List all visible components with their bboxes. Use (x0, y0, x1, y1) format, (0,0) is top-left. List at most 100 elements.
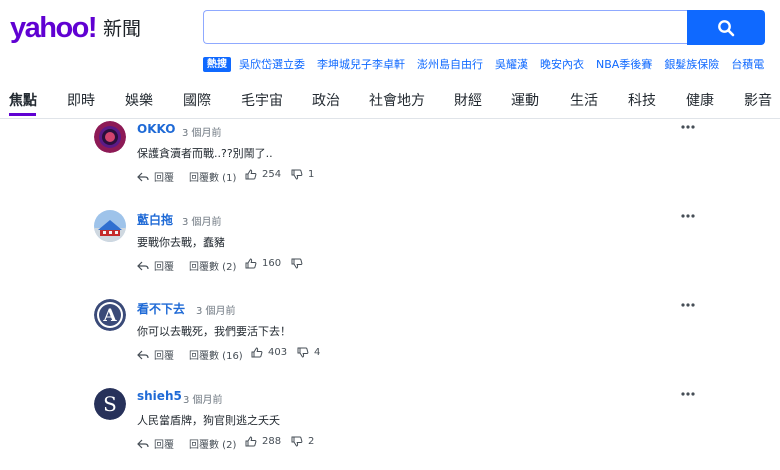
search-icon (718, 19, 735, 36)
comment-item: 藍白拖 3 個月前 要戰你去戰，蠢豬 回覆 回覆數 (2) 160 (0, 210, 780, 280)
thumbs-down-icon (297, 347, 309, 358)
avatar[interactable] (94, 210, 126, 242)
reply-button[interactable]: 回覆 (137, 258, 174, 273)
trending-link[interactable]: 李坤城兒子李卓軒 (317, 56, 405, 72)
like-count: 254 (262, 169, 282, 180)
thumbs-down-icon (291, 169, 303, 180)
dislike-button[interactable] (291, 258, 308, 269)
reply-count-button[interactable]: 回覆數 (2) (189, 436, 236, 451)
thumbs-up-icon (245, 436, 257, 447)
reply-count-label: 回覆數 (2) (189, 262, 237, 273)
comment-timestamp: 3 個月前 (183, 395, 223, 406)
comment-item: OKKO 3 個月前 保護貪瀆者而戰..??別鬧了.. 回覆 回覆數 (1) 2… (0, 121, 780, 191)
comment-timestamp: 3 個月前 (196, 306, 236, 317)
svg-text:A: A (102, 306, 117, 326)
reply-icon (137, 172, 149, 181)
reply-count-button[interactable]: 回覆數 (2) (189, 258, 236, 273)
reply-button[interactable]: 回覆 (137, 347, 174, 362)
trending-link[interactable]: 銀髮族保險 (664, 56, 719, 72)
dislike-count: 2 (308, 436, 315, 447)
trending-link[interactable]: 澎州島自由行 (417, 56, 483, 72)
thumbs-down-icon (291, 436, 303, 447)
like-count: 160 (262, 258, 282, 269)
nav-tab-entertainment[interactable]: 娛樂 (125, 91, 153, 111)
search-input[interactable] (203, 10, 687, 44)
more-options-icon[interactable] (680, 212, 696, 220)
more-options-icon[interactable] (680, 301, 696, 309)
trending-link[interactable]: 台積電 (731, 56, 764, 72)
comment-item: A 看不下去 3 個月前 你可以去戰死，我們要活下去！ 回覆 回覆數 (16) … (0, 299, 780, 369)
news-section-title[interactable]: 新聞 (103, 16, 141, 42)
nav-tab-focus[interactable]: 焦點 (9, 91, 37, 111)
reply-count-label: 回覆數 (16) (189, 351, 243, 362)
hot-search-badge: 熱搜 (203, 56, 231, 72)
active-tab-indicator (9, 113, 36, 116)
trending-link[interactable]: 吳欣岱選立委 (239, 56, 305, 72)
nav-tab-video[interactable]: 影音 (744, 91, 772, 111)
thumbs-up-icon (245, 258, 257, 269)
nav-tab-maoverse[interactable]: 毛宇宙 (241, 91, 283, 111)
nav-tab-international[interactable]: 國際 (183, 91, 211, 111)
comment-text: 保護貪瀆者而戰..??別鬧了.. (137, 147, 273, 160)
reply-label: 回覆 (154, 351, 174, 362)
svg-text:S: S (103, 392, 117, 416)
comment-timestamp: 3 個月前 (182, 217, 222, 228)
more-options-icon[interactable] (680, 123, 696, 131)
reply-icon (137, 261, 149, 270)
reply-count-label: 回覆數 (1) (189, 173, 237, 184)
yahoo-logo[interactable]: yahoo! (10, 12, 98, 44)
thumbs-up-icon (251, 347, 263, 358)
reply-count-button[interactable]: 回覆數 (1) (189, 169, 236, 184)
reply-button[interactable]: 回覆 (137, 436, 174, 451)
comment-item: S shieh5 3 個月前 人民當盾牌，狗官則逃之夭夭 回覆 回覆數 (2) … (0, 388, 780, 458)
like-count: 403 (268, 347, 288, 358)
nav-tab-finance[interactable]: 財經 (454, 91, 482, 111)
trending-link[interactable]: NBA季後賽 (596, 56, 652, 72)
like-button[interactable]: 403 (251, 347, 287, 358)
category-nav: 焦點 即時 娛樂 國際 毛宇宙 政治 社會地方 財經 運動 生活 科技 健康 影… (0, 91, 780, 113)
reply-label: 回覆 (154, 262, 174, 273)
reply-label: 回覆 (154, 173, 174, 184)
comment-text: 你可以去戰死，我們要活下去！ (137, 325, 291, 338)
dislike-count: 4 (314, 347, 321, 358)
trending-link[interactable]: 晚安內衣 (540, 56, 584, 72)
comment-username[interactable]: 看不下去 (137, 300, 185, 317)
trending-bar: 熱搜 吳欣岱選立委 李坤城兒子李卓軒 澎州島自由行 吳耀漢 晚安內衣 NBA季後… (203, 56, 776, 72)
avatar[interactable]: A (94, 299, 126, 331)
reply-count-label: 回覆數 (2) (189, 440, 237, 451)
search-button[interactable] (687, 10, 765, 45)
nav-tab-society[interactable]: 社會地方 (369, 91, 425, 111)
nav-tab-life[interactable]: 生活 (570, 91, 598, 111)
thumbs-down-icon (291, 258, 303, 269)
comment-username[interactable]: OKKO (137, 122, 175, 136)
dislike-button[interactable]: 1 (291, 169, 314, 180)
like-count: 288 (262, 436, 282, 447)
comment-username[interactable]: shieh5 (137, 389, 182, 403)
like-button[interactable]: 288 (245, 436, 281, 447)
comment-text: 要戰你去戰，蠢豬 (137, 236, 225, 249)
reply-label: 回覆 (154, 440, 174, 451)
reply-icon (137, 439, 149, 448)
reply-button[interactable]: 回覆 (137, 169, 174, 184)
more-options-icon[interactable] (680, 390, 696, 398)
reply-icon (137, 350, 149, 359)
avatar[interactable]: S (94, 388, 126, 420)
comment-timestamp: 3 個月前 (182, 128, 222, 139)
trending-link[interactable]: 吳耀漢 (495, 56, 528, 72)
dislike-button[interactable]: 2 (291, 436, 314, 447)
comment-text: 人民當盾牌，狗官則逃之夭夭 (137, 414, 280, 427)
nav-tab-realtime[interactable]: 即時 (67, 91, 95, 111)
dislike-button[interactable]: 4 (297, 347, 320, 358)
like-button[interactable]: 160 (245, 258, 281, 269)
reply-count-button[interactable]: 回覆數 (16) (189, 347, 243, 362)
nav-tab-politics[interactable]: 政治 (312, 91, 340, 111)
dislike-count: 1 (308, 169, 315, 180)
like-button[interactable]: 254 (245, 169, 281, 180)
nav-tab-health[interactable]: 健康 (686, 91, 714, 111)
nav-tab-tech[interactable]: 科技 (628, 91, 656, 111)
nav-tab-sports[interactable]: 運動 (511, 91, 539, 111)
avatar[interactable] (94, 121, 126, 153)
header-divider (0, 118, 780, 119)
comment-username[interactable]: 藍白拖 (137, 211, 173, 228)
thumbs-up-icon (245, 169, 257, 180)
